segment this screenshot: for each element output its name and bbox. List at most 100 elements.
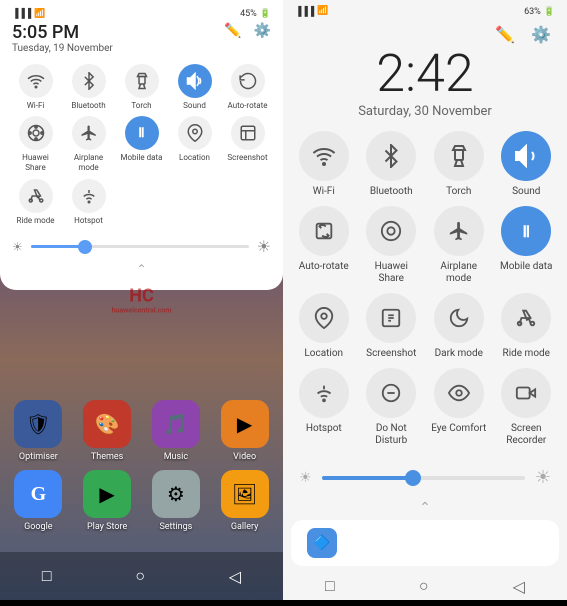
- rtile-location[interactable]: Location: [295, 293, 353, 360]
- left-nav-bar: □ ○ ◁: [0, 552, 283, 600]
- rtile-airplane[interactable]: Airplane mode: [430, 206, 488, 285]
- rtile-torch[interactable]: Torch: [430, 131, 488, 198]
- left-brightness-slider[interactable]: [31, 245, 249, 248]
- right-date: Saturday, 30 November: [283, 100, 567, 131]
- tile-huawei-share[interactable]: Huawei Share: [12, 116, 59, 172]
- rtile-huawei-share[interactable]: Huawei Share: [363, 206, 421, 285]
- rtile-hotspot[interactable]: Hotspot: [295, 368, 353, 447]
- hotspot-tile-icon: [72, 179, 106, 213]
- tile-autorotate[interactable]: Auto-rotate: [224, 64, 271, 111]
- rtile-sound[interactable]: Sound: [498, 131, 556, 198]
- huawei-share-tile-icon: [19, 116, 53, 150]
- app-gallery[interactable]: 🖼 Gallery: [214, 470, 275, 532]
- gallery-icon: 🖼: [221, 470, 269, 518]
- gallery-label: Gallery: [231, 522, 259, 532]
- left-brightness-row: ☀ ☀: [12, 233, 271, 260]
- tile-location[interactable]: Location: [171, 116, 218, 172]
- tile-ride-mode[interactable]: Ride mode: [12, 179, 59, 226]
- right-nav-bar: □ ○ ◁: [283, 566, 567, 606]
- tile-sound[interactable]: Sound: [171, 64, 218, 111]
- tile-mobile-data[interactable]: Ⅱ Mobile data: [118, 116, 165, 172]
- rtile-wifi[interactable]: Wi-Fi: [295, 131, 353, 198]
- rtile-sound-label: Sound: [512, 186, 540, 198]
- video-label: Video: [233, 452, 256, 462]
- rtile-autorotate-label: Auto-rotate: [299, 261, 349, 273]
- app-google[interactable]: G Google: [8, 470, 69, 532]
- nav-home-btn[interactable]: ○: [135, 566, 145, 586]
- airplane-tile-icon: [72, 116, 106, 150]
- app-optimiser[interactable]: 🛡 Optimiser: [8, 400, 69, 462]
- rtile-mobile-data-icon: Ⅱ: [501, 206, 551, 256]
- right-chevron[interactable]: ⌃: [283, 496, 567, 520]
- left-notification-panel: ▐▐▐ 📶 45% 🔋 5:05 PM Tuesday, 19 November…: [0, 0, 283, 290]
- rnav-back-btn[interactable]: ◁: [513, 577, 525, 596]
- settings-icon[interactable]: ⚙️: [254, 23, 271, 39]
- brightness-thumb: [78, 240, 92, 254]
- rtile-dark-mode-label: Dark mode: [435, 348, 483, 360]
- tile-torch[interactable]: Torch: [118, 64, 165, 111]
- rtile-airplane-label: Airplane mode: [430, 261, 488, 285]
- rtile-screenshot[interactable]: Screenshot: [363, 293, 421, 360]
- autorotate-tile-icon: [231, 64, 265, 98]
- nav-back-btn[interactable]: ◁: [229, 567, 241, 586]
- themes-icon: 🎨: [83, 400, 131, 448]
- network-icon: 📶: [317, 6, 328, 17]
- app-play-store[interactable]: ▶ Play Store: [77, 470, 138, 532]
- right-time: 2:42: [283, 48, 567, 100]
- google-label: Google: [24, 522, 52, 532]
- rtile-bluetooth-label: Bluetooth: [370, 186, 413, 198]
- left-battery-icon: 🔋: [260, 9, 271, 19]
- tile-screenshot[interactable]: Screenshot: [224, 116, 271, 172]
- tile-wifi[interactable]: Wi-Fi: [12, 64, 59, 111]
- bottom-app-icon[interactable]: 🔷: [307, 528, 337, 558]
- left-tiles-row3: Ride mode Hotspot: [12, 179, 271, 226]
- right-battery-icon: 🔋: [544, 7, 555, 17]
- right-settings-icon[interactable]: ⚙️: [531, 25, 551, 44]
- huawei-share-label: Huawei Share: [12, 153, 59, 172]
- app-video[interactable]: ▶ Video: [214, 400, 275, 462]
- rtile-bluetooth[interactable]: Bluetooth: [363, 131, 421, 198]
- left-header-icons: ✏️ ⚙️: [224, 23, 271, 39]
- rtile-torch-label: Torch: [446, 186, 471, 198]
- optimiser-icon: 🛡: [14, 400, 62, 448]
- right-brightness-thumb: [405, 470, 421, 486]
- app-themes[interactable]: 🎨 Themes: [77, 400, 138, 462]
- sound-tile-label: Sound: [183, 101, 206, 111]
- rtile-location-icon: [299, 293, 349, 343]
- wifi-tile-icon: [19, 64, 53, 98]
- rnav-recent-btn[interactable]: □: [325, 576, 335, 596]
- rtile-dnd[interactable]: Do Not Disturb: [363, 368, 421, 447]
- ride-mode-tile-icon: [19, 179, 53, 213]
- rtile-screen-recorder[interactable]: Screen Recorder: [498, 368, 556, 447]
- left-time: 5:05 PM: [12, 23, 113, 43]
- rtile-dark-mode[interactable]: Dark mode: [430, 293, 488, 360]
- rtile-autorotate[interactable]: Auto-rotate: [295, 206, 353, 285]
- right-tiles-row2: Auto-rotate Huawei Share Airplane mode Ⅱ…: [283, 206, 567, 285]
- tile-bluetooth[interactable]: Bluetooth: [65, 64, 112, 111]
- rtile-eye-comfort[interactable]: Eye Comfort: [430, 368, 488, 447]
- rtile-dnd-label: Do Not Disturb: [363, 423, 421, 447]
- rtile-torch-icon: [434, 131, 484, 181]
- left-chevron[interactable]: ⌃: [12, 260, 271, 278]
- rtile-screenshot-icon: [366, 293, 416, 343]
- left-battery-text: 45%: [240, 9, 257, 19]
- app-music[interactable]: 🎵 Music: [146, 400, 207, 462]
- settings-app-icon: ⚙: [152, 470, 200, 518]
- nav-recent-btn[interactable]: □: [42, 566, 52, 586]
- right-brightness-slider[interactable]: [322, 476, 525, 480]
- rtile-mobile-data[interactable]: Ⅱ Mobile data: [498, 206, 556, 285]
- rnav-home-btn[interactable]: ○: [419, 576, 429, 596]
- tile-hotspot[interactable]: Hotspot: [65, 179, 112, 226]
- autorotate-tile-label: Auto-rotate: [228, 101, 268, 111]
- play-store-label: Play Store: [87, 522, 127, 532]
- rtile-wifi-icon: [299, 131, 349, 181]
- tile-airplane[interactable]: Airplane mode: [65, 116, 112, 172]
- music-label: Music: [164, 452, 188, 462]
- pencil-icon[interactable]: ✏️: [224, 23, 241, 39]
- mobile-data-tile-icon: Ⅱ: [125, 116, 159, 150]
- rtile-huawei-share-label: Huawei Share: [363, 261, 421, 285]
- right-pencil-icon[interactable]: ✏️: [495, 25, 515, 44]
- rtile-ride-mode[interactable]: Ride mode: [498, 293, 556, 360]
- google-icon: G: [14, 470, 62, 518]
- app-settings[interactable]: ⚙ Settings: [146, 470, 207, 532]
